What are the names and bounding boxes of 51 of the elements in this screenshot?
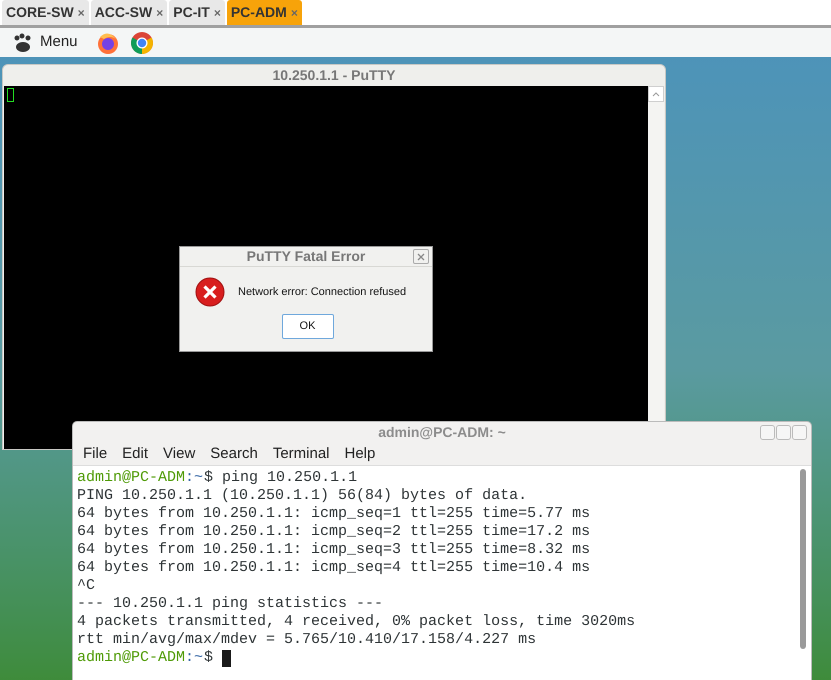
output-line: ^C [77, 577, 96, 595]
dialog-title: PuTTY Fatal Error [246, 247, 366, 266]
close-button[interactable] [413, 249, 429, 264]
prompt-path: :~ [185, 649, 204, 667]
chrome-icon[interactable] [130, 30, 154, 54]
window-title: admin@PC-ADM: ~ [378, 423, 506, 442]
session-tab[interactable]: CORE-SW × [2, 0, 89, 25]
menu-item[interactable]: Search [210, 442, 258, 466]
text-cursor [222, 650, 232, 666]
error-message: Network error: Connection refused [238, 284, 406, 300]
ok-button[interactable]: OK [282, 314, 334, 339]
tab-label: CORE-SW [6, 3, 74, 22]
menu-item[interactable]: View [163, 442, 196, 466]
caret-icon [652, 92, 660, 96]
scrollbar-thumb[interactable] [800, 469, 806, 649]
tab-label: PC-IT [173, 3, 210, 22]
menu-item[interactable]: Terminal [272, 442, 330, 466]
menu-button[interactable]: Menu [12, 31, 78, 54]
tab-close[interactable]: × [78, 4, 85, 22]
menu-item[interactable]: Help [344, 442, 376, 466]
prompt-user: admin@PC-ADM [77, 649, 186, 667]
tab-label: PC-ADM [230, 3, 287, 22]
minimize-button[interactable] [760, 425, 775, 440]
session-tab[interactable]: ACC-SW × [90, 0, 168, 25]
maximize-button[interactable] [776, 425, 791, 440]
session-tab[interactable]: PC-ADM × [226, 0, 302, 25]
output-line: 64 bytes from 10.250.1.1: icmp_seq=4 ttl=255 time=10.4 ms [77, 559, 592, 577]
output-line: 64 bytes from 10.250.1.1: icmp_seq=3 ttl=255 time=8.32 ms [77, 541, 592, 559]
output-line: 64 bytes from 10.250.1.1: icmp_seq=2 ttl=255 time=17.2 ms [77, 523, 592, 541]
close-button[interactable] [792, 425, 807, 440]
tab-close[interactable]: × [214, 4, 221, 22]
menu-item[interactable]: Edit [122, 442, 148, 466]
tab-label: ACC-SW [94, 3, 152, 22]
block-cursor [7, 88, 14, 102]
prompt-path: :~ [185, 469, 204, 487]
command-text: $ [204, 649, 214, 667]
close-icon [417, 252, 425, 260]
output-line: 64 bytes from 10.250.1.1: icmp_seq=1 ttl=255 time=5.77 ms [77, 505, 592, 523]
command-text: $ ping 10.250.1.1 [204, 469, 358, 487]
output-line: 4 packets transmitted, 4 received, 0% packet loss, time 3020ms [77, 613, 636, 631]
prompt-user: admin@PC-ADM [77, 469, 186, 487]
session-tab[interactable]: PC-IT × [169, 0, 225, 25]
tab-close[interactable]: × [156, 4, 164, 22]
error-icon [195, 277, 225, 307]
output-line: PING 10.250.1.1 (10.250.1.1) 56(84) bytes of data. [77, 487, 528, 505]
output-line: --- 10.250.1.1 ping statistics --- [77, 595, 384, 613]
window-title: 10.250.1.1 - PuTTY [272, 66, 396, 85]
menu-item[interactable]: File [83, 442, 108, 466]
scroll-up-button[interactable] [648, 86, 664, 102]
firefox-icon[interactable] [96, 30, 120, 54]
output-line: rtt min/avg/max/mdev = 5.765/10.410/17.158/4.227 ms [77, 631, 538, 649]
